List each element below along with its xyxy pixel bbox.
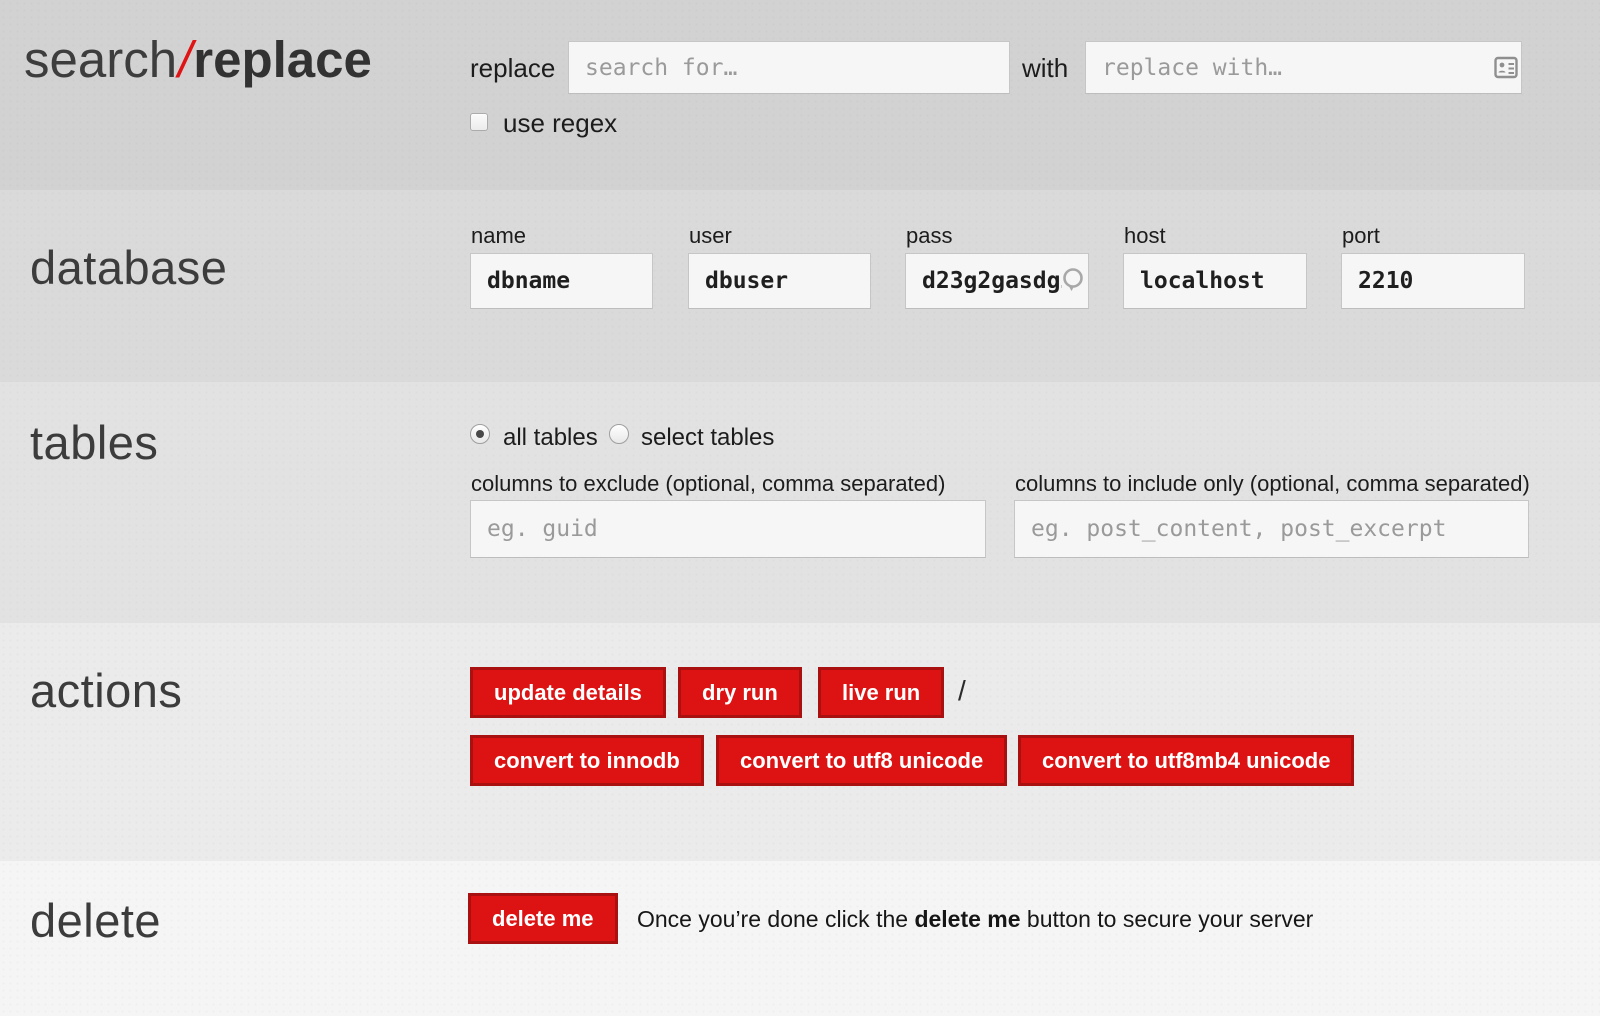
all-tables-radio[interactable] [470, 424, 490, 444]
delete-note-suffix: button to secure your server [1021, 906, 1314, 932]
columns-exclude-label: columns to exclude (optional, comma sepa… [471, 471, 945, 497]
columns-exclude-input[interactable] [470, 500, 986, 558]
delete-heading: delete [30, 893, 161, 948]
delete-note-prefix: Once you’re done click the [637, 906, 914, 932]
db-name-input[interactable] [470, 253, 653, 309]
db-pass-input[interactable] [905, 253, 1089, 309]
database-heading: database [30, 240, 227, 295]
replace-label: replace [470, 53, 555, 84]
use-regex-checkbox[interactable] [470, 113, 488, 131]
columns-include-label: columns to include only (optional, comma… [1015, 471, 1530, 497]
actions-heading: actions [30, 663, 182, 718]
db-port-label: port [1342, 223, 1380, 249]
db-user-input[interactable] [688, 253, 871, 309]
delete-note-bold: delete me [914, 906, 1020, 932]
select-tables-radio[interactable] [609, 424, 629, 444]
logo-search-text: search [24, 31, 177, 88]
section-delete: delete delete me Once you’re done click … [0, 861, 1600, 1016]
section-search-replace: search/replace replace with use regex [0, 0, 1600, 190]
search-replace-db-page: search/replace replace with use regex da… [0, 0, 1600, 1016]
section-tables: tables all tables select tables columns … [0, 382, 1600, 623]
convert-utf8mb4-button[interactable]: convert to utf8mb4 unicode [1018, 735, 1354, 786]
use-regex-label: use regex [503, 108, 617, 139]
db-host-label: host [1124, 223, 1166, 249]
logo-slash: / [177, 31, 193, 88]
tables-heading: tables [30, 415, 158, 470]
convert-utf8-button[interactable]: convert to utf8 unicode [716, 735, 1007, 786]
actions-separator: / [958, 675, 966, 707]
section-database: database name user pass host port [0, 190, 1600, 382]
db-name-label: name [471, 223, 526, 249]
with-label: with [1022, 53, 1068, 84]
app-logo: search/replace [24, 30, 372, 89]
columns-include-input[interactable] [1014, 500, 1529, 558]
delete-me-button[interactable]: delete me [468, 893, 618, 944]
live-run-button[interactable]: live run [818, 667, 944, 718]
search-for-input[interactable] [568, 41, 1010, 94]
all-tables-label: all tables [503, 424, 598, 452]
select-tables-label: select tables [641, 424, 774, 452]
dry-run-button[interactable]: dry run [678, 667, 802, 718]
db-port-input[interactable] [1341, 253, 1525, 309]
logo-replace-text: replace [193, 31, 372, 88]
update-details-button[interactable]: update details [470, 667, 666, 718]
db-pass-label: pass [906, 223, 952, 249]
db-user-label: user [689, 223, 732, 249]
delete-note: Once you’re done click the delete me but… [637, 906, 1313, 933]
section-actions: actions update details dry run live run … [0, 623, 1600, 861]
convert-innodb-button[interactable]: convert to innodb [470, 735, 704, 786]
replace-with-input[interactable] [1085, 41, 1522, 94]
db-host-input[interactable] [1123, 253, 1307, 309]
